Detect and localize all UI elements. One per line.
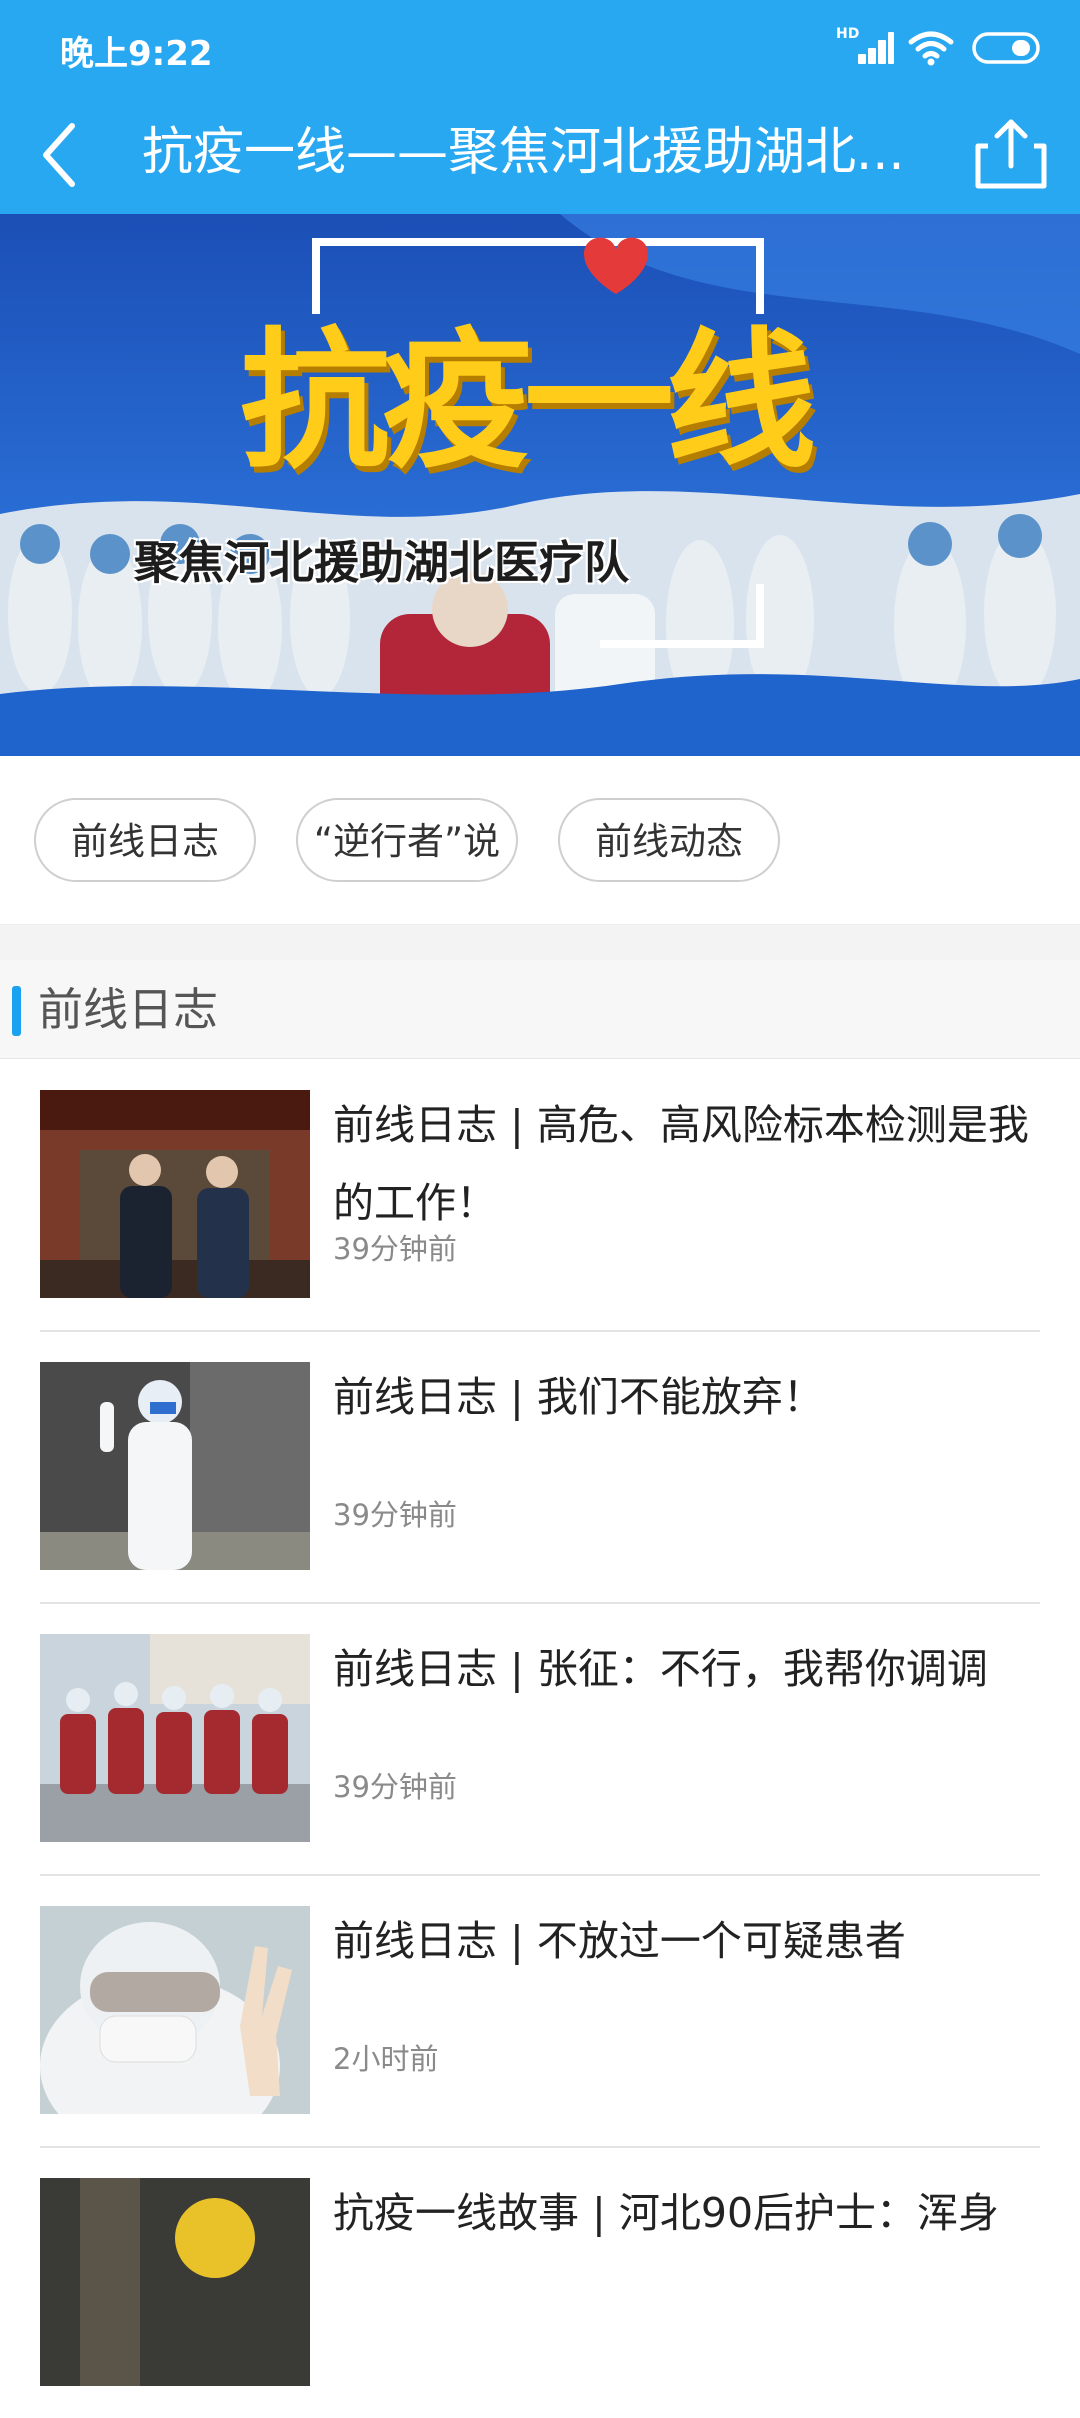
news-item[interactable]: 前线日志 | 张征：不行，我帮你调调 39分钟前 [40, 1602, 1040, 1876]
status-time: 晚上9:22 [60, 34, 213, 74]
news-item[interactable]: 前线日志 | 高危、高风险标本检测是我的工作！ 39分钟前 [40, 1058, 1040, 1332]
section-accent-bar [12, 986, 21, 1036]
section-header: 前线日志 [0, 960, 1080, 1059]
news-thumbnail [40, 1906, 310, 2114]
news-time: 39分钟前 [333, 1232, 457, 1266]
header: 晚上9:22 HD 抗疫一线——聚焦河北援助湖北... [0, 0, 1080, 214]
app-bar: 抗疫一线——聚焦河北援助湖北... [0, 96, 1080, 214]
tab-frontline-log[interactable]: 前线日志 [34, 798, 256, 882]
banner-image[interactable]: 抗疫一线 聚焦河北援助湖北医疗队 [0, 214, 1080, 756]
category-tabs: 前线日志 “逆行者”说 前线动态 [0, 756, 1080, 924]
news-thumbnail [40, 1634, 310, 1842]
divider [0, 924, 1080, 961]
news-item[interactable]: 前线日志 | 不放过一个可疑患者 2小时前 [40, 1874, 1040, 2148]
section-title: 前线日志 [38, 983, 219, 1036]
news-time: 2小时前 [333, 2042, 439, 2076]
signal-icon: HD [836, 26, 894, 68]
wifi-icon [908, 30, 954, 66]
news-title: 前线日志 | 不放过一个可疑患者 [333, 1917, 906, 1965]
news-title: 抗疫一线故事 | 河北90后护士：浑身 [333, 2189, 1000, 2237]
news-title: 前线日志 | 高危、高风险标本检测是我的工作！ [333, 1101, 1029, 1227]
back-chevron-icon[interactable] [28, 120, 98, 190]
news-title: 前线日志 | 我们不能放弃！ [333, 1373, 824, 1421]
news-thumbnail [40, 2178, 310, 2386]
banner-subtitle: 聚焦河北援助湖北医疗队 [134, 536, 630, 589]
status-bar: 晚上9:22 HD [0, 0, 1080, 96]
news-thumbnail [40, 1090, 310, 1298]
status-icons: HD [836, 26, 1042, 70]
banner-title: 抗疫一线 [240, 313, 816, 489]
tab-frontline-news[interactable]: 前线动态 [558, 798, 780, 882]
share-icon[interactable] [972, 116, 1050, 192]
network-label: HD [836, 26, 860, 42]
news-time: 39分钟前 [333, 1498, 457, 1532]
news-title: 前线日志 | 张征：不行，我帮你调调 [333, 1645, 988, 1693]
news-time: 39分钟前 [333, 1770, 457, 1804]
news-thumbnail [40, 1362, 310, 1570]
news-item[interactable]: 前线日志 | 我们不能放弃！ 39分钟前 [40, 1330, 1040, 1604]
tab-retrograde-say[interactable]: “逆行者”说 [296, 798, 518, 882]
page-title: 抗疫一线——聚焦河北援助湖北... [142, 123, 905, 182]
battery-icon [972, 31, 1042, 65]
news-item[interactable]: 抗疫一线故事 | 河北90后护士：浑身 [40, 2146, 1040, 2418]
